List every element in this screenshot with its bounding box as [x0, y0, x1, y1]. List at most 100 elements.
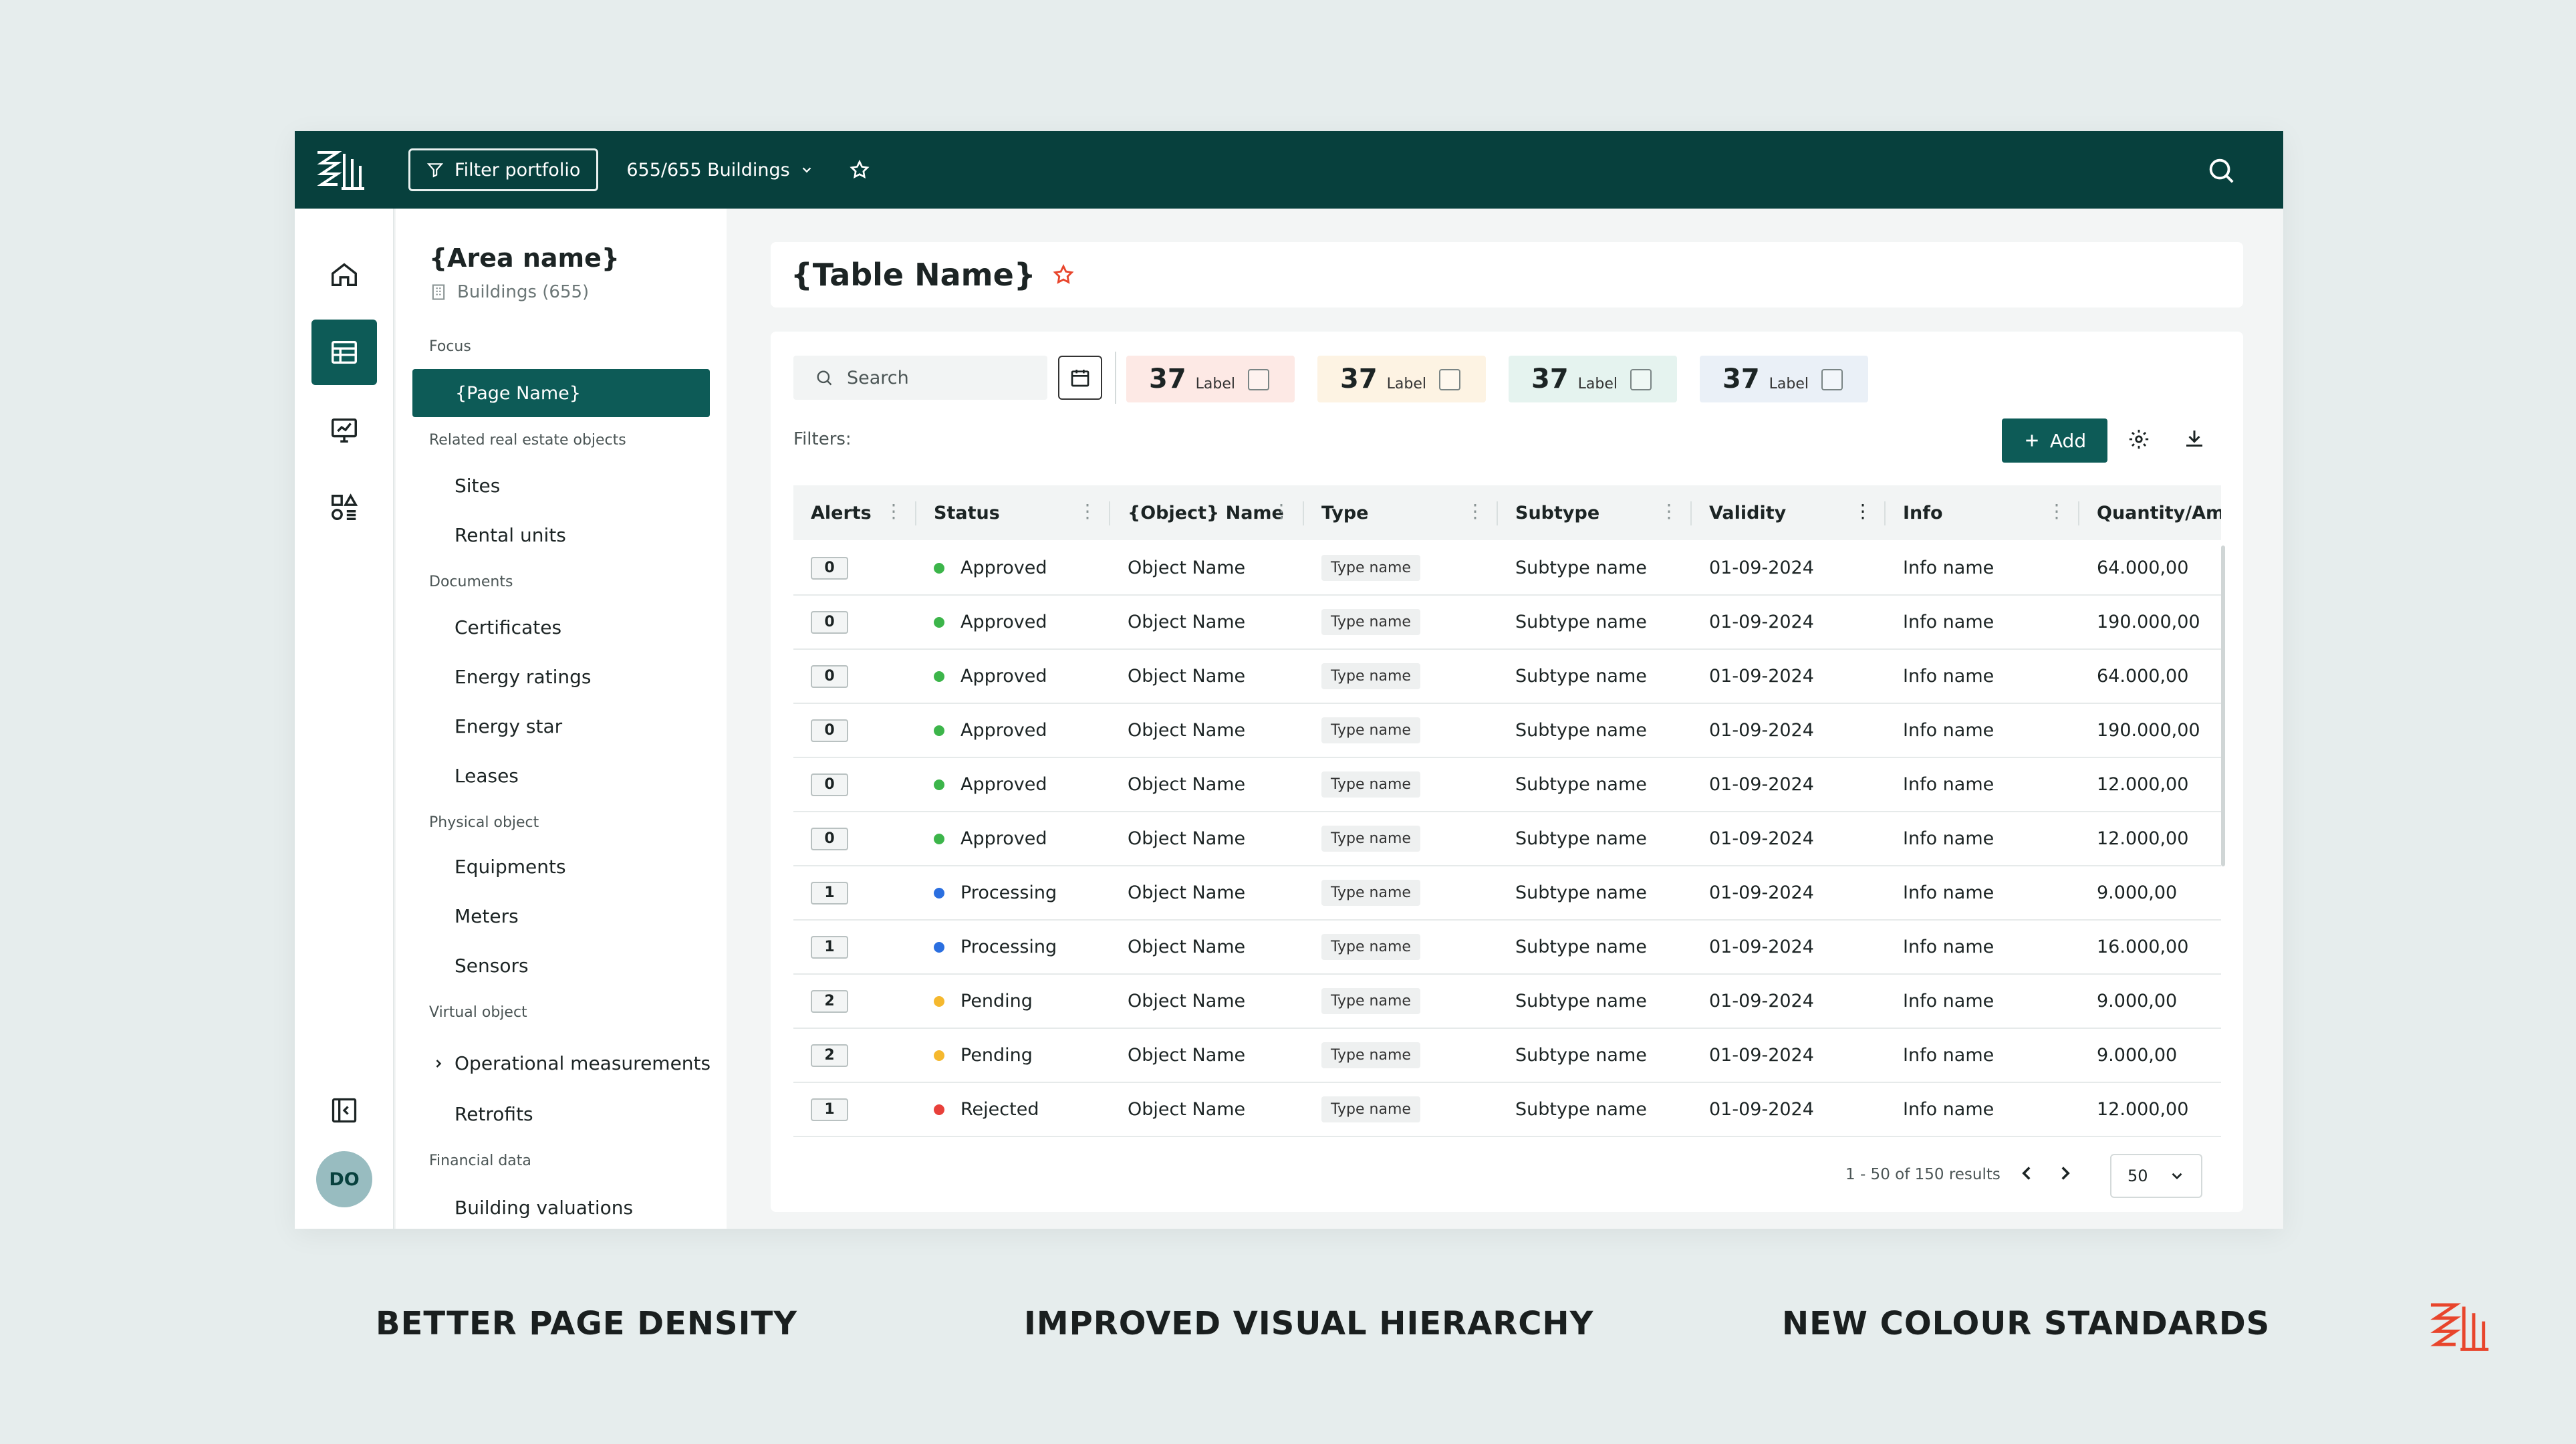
cell-validity: 01-09-2024: [1709, 1099, 1814, 1120]
column-divider: [915, 501, 916, 525]
alert-count-badge[interactable]: 1: [811, 1098, 848, 1121]
table-row[interactable]: 1 Rejected Object Name Type name Subtype nam…: [793, 1083, 2221, 1137]
table-row[interactable]: 0 Approved Object Name Type name Subtype nam…: [793, 812, 2221, 866]
nav-item-meters[interactable]: Meters: [455, 905, 519, 927]
rail-home-button[interactable]: [311, 242, 377, 308]
cell-status: Approved: [934, 758, 1047, 811]
cell-status: Processing: [934, 866, 1057, 919]
search-input[interactable]: Search: [793, 356, 1047, 400]
add-button[interactable]: Add: [2002, 418, 2107, 463]
column-header-status[interactable]: Status: [934, 485, 1000, 540]
filters-label: Filters:: [793, 429, 852, 449]
alert-count-badge[interactable]: 2: [811, 1044, 848, 1067]
cell-validity: 01-09-2024: [1709, 774, 1814, 795]
nav-item-energy-ratings[interactable]: Energy ratings: [455, 666, 591, 688]
page-size-select[interactable]: 50: [2110, 1154, 2202, 1198]
cell-status: Rejected: [934, 1083, 1039, 1136]
alert-count-badge[interactable]: 0: [811, 773, 848, 796]
chip-label: Label: [1769, 375, 1809, 392]
alert-count-badge[interactable]: 0: [811, 556, 848, 580]
table-row[interactable]: 0 Approved Object Name Type name Subtype nam…: [793, 596, 2221, 650]
table-row[interactable]: 0 Approved Object Name Type name Subtype nam…: [793, 542, 2221, 596]
table-row[interactable]: 2 Pending Object Name Type name Subtype name…: [793, 1029, 2221, 1083]
nav-item-operational-measurements[interactable]: Operational measurements: [432, 1052, 711, 1074]
column-menu-icon[interactable]: ⋮: [2047, 501, 2066, 521]
filter-portfolio-button[interactable]: Filter portfolio: [408, 148, 599, 191]
top-bar: Filter portfolio 655/655 Buildings: [295, 131, 2283, 209]
chip-checkbox[interactable]: [1439, 369, 1460, 390]
cell-name: Object Name: [1128, 612, 1246, 632]
nav-item-page-name[interactable]: {Page Name}: [412, 369, 710, 417]
type-tag: Type name: [1321, 1096, 1420, 1122]
cell-subtype: Subtype name: [1515, 720, 1647, 741]
plus-icon: [2026, 435, 2038, 447]
alert-count-badge[interactable]: 1: [811, 935, 848, 959]
table-scrollbar[interactable]: [2221, 546, 2225, 866]
cell-info: Info name: [1903, 991, 1994, 1011]
column-menu-icon[interactable]: ⋮: [1078, 501, 1097, 521]
rail-table-button[interactable]: [311, 320, 377, 385]
column-header-info[interactable]: Info: [1903, 485, 1943, 540]
quick-filter-chip[interactable]: 37 Label: [1700, 356, 1868, 402]
column-menu-icon[interactable]: ⋮: [1272, 501, 1291, 521]
date-picker-button[interactable]: [1058, 356, 1102, 400]
table-row[interactable]: 0 Approved Object Name Type name Subtype nam…: [793, 650, 2221, 704]
favorite-star-icon[interactable]: [849, 159, 870, 180]
alert-count-badge[interactable]: 0: [811, 719, 848, 742]
alert-count-badge[interactable]: 1: [811, 881, 848, 905]
rail-dashboard-button[interactable]: [311, 397, 377, 463]
chevron-left-icon[interactable]: [2015, 1162, 2038, 1185]
rail-collapse-button[interactable]: [311, 1078, 377, 1143]
download-icon[interactable]: [2182, 427, 2206, 451]
chip-label: Label: [1195, 375, 1236, 392]
cell-alerts: 0: [811, 704, 848, 757]
table-row[interactable]: 1 Processing Object Name Type name Subtype n…: [793, 866, 2221, 921]
gear-icon[interactable]: [2128, 428, 2150, 451]
chevron-right-icon[interactable]: [2054, 1162, 2077, 1185]
favorite-star-icon[interactable]: [1052, 263, 1075, 286]
alert-count-badge[interactable]: 0: [811, 665, 848, 688]
status-dot-icon: [934, 833, 944, 844]
nav-item-leases[interactable]: Leases: [455, 765, 519, 787]
column-menu-icon[interactable]: ⋮: [1853, 501, 1872, 521]
column-header-alerts[interactable]: Alerts: [811, 485, 872, 540]
nav-item-energy-star[interactable]: Energy star: [455, 715, 562, 737]
nav-item-sites[interactable]: Sites: [455, 475, 500, 497]
alert-count-badge[interactable]: 0: [811, 610, 848, 634]
nav-item-retrofits[interactable]: Retrofits: [455, 1103, 533, 1125]
column-header-subtype[interactable]: Subtype: [1515, 485, 1599, 540]
quick-filter-chip[interactable]: 37 Label: [1509, 356, 1677, 402]
nav-item-equipments[interactable]: Equipments: [455, 856, 566, 878]
column-menu-icon[interactable]: ⋮: [1466, 501, 1485, 521]
cell-alerts: 2: [811, 1029, 848, 1082]
table-row[interactable]: 1 Processing Object Name Type name Subtype n…: [793, 921, 2221, 975]
column-header-type[interactable]: Type: [1321, 485, 1368, 540]
nav-item-building-valuations[interactable]: Building valuations: [455, 1197, 633, 1219]
global-search-icon[interactable]: [2206, 155, 2236, 186]
chip-checkbox[interactable]: [1248, 369, 1269, 390]
chip-checkbox[interactable]: [1821, 369, 1843, 390]
buildings-label: 655/655 Buildings: [626, 159, 790, 180]
cell-qty: 9.000,00: [2097, 1045, 2178, 1066]
quick-filter-chip[interactable]: 37 Label: [1317, 356, 1486, 402]
alert-count-badge[interactable]: 0: [811, 827, 848, 850]
column-header-object-name[interactable]: {Object} Name: [1128, 485, 1284, 540]
alert-count-badge[interactable]: 2: [811, 989, 848, 1013]
column-header-quantity[interactable]: Quantity/Amo: [2097, 485, 2221, 540]
table-row[interactable]: 2 Pending Object Name Type name Subtype name…: [793, 975, 2221, 1029]
nav-item-rental-units[interactable]: Rental units: [455, 524, 566, 546]
table-row[interactable]: 0 Approved Object Name Type name Subtype nam…: [793, 758, 2221, 812]
cell-qty: 9.000,00: [2097, 882, 2178, 903]
rail-shapes-button[interactable]: [311, 475, 377, 540]
column-header-validity[interactable]: Validity: [1709, 485, 1786, 540]
user-avatar[interactable]: DO: [316, 1151, 372, 1207]
column-menu-icon[interactable]: ⋮: [1660, 501, 1678, 521]
nav-item-sensors[interactable]: Sensors: [455, 955, 529, 977]
column-menu-icon[interactable]: ⋮: [884, 501, 903, 521]
app-logo-icon[interactable]: [315, 147, 367, 193]
buildings-dropdown[interactable]: 655/655 Buildings: [626, 160, 813, 180]
nav-item-certificates[interactable]: Certificates: [455, 616, 561, 638]
chip-checkbox[interactable]: [1630, 369, 1652, 390]
table-row[interactable]: 0 Approved Object Name Type name Subtype nam…: [793, 704, 2221, 758]
quick-filter-chip[interactable]: 37 Label: [1126, 356, 1295, 402]
